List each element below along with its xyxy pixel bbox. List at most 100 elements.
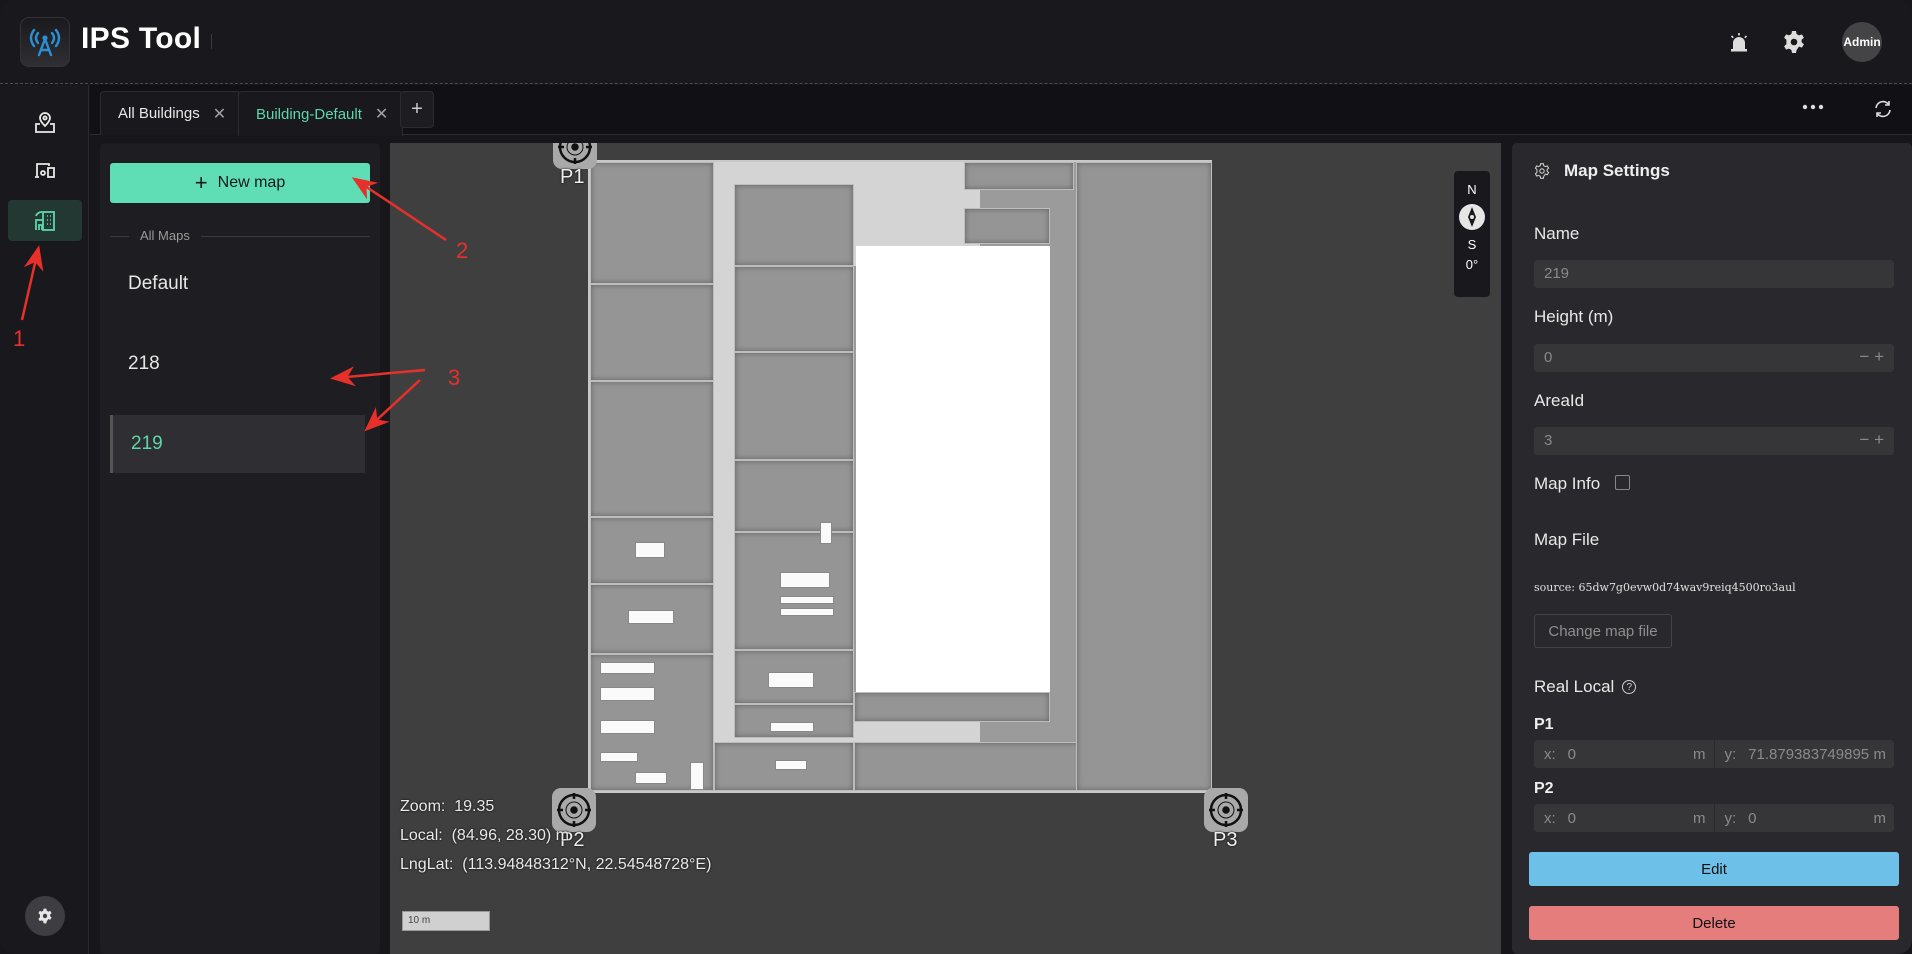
- new-map-button[interactable]: + New map: [110, 163, 370, 203]
- p2-coordinates: x: 0 m y: 0 m: [1534, 804, 1894, 832]
- x-key: x:: [1544, 809, 1556, 827]
- devices-icon: [35, 162, 55, 178]
- map-info-label: Map Info: [1534, 474, 1601, 493]
- room: [590, 381, 714, 517]
- help-icon[interactable]: ?: [1622, 680, 1637, 694]
- map-item-label: Default: [128, 273, 189, 294]
- room: [590, 162, 714, 284]
- room: [854, 692, 1050, 722]
- map-list-item-218[interactable]: 218: [110, 335, 365, 393]
- area-id-value: 3: [1544, 432, 1553, 449]
- real-local-heading: Real Local?: [1534, 677, 1637, 697]
- control-point-p3[interactable]: [1204, 788, 1248, 832]
- map-file-label: Map File: [1534, 530, 1600, 549]
- real-local-label: Real Local: [1534, 677, 1615, 696]
- close-icon[interactable]: ✕: [213, 104, 226, 124]
- compass-rotation: 0°: [1465, 257, 1479, 272]
- corridor: [714, 162, 964, 184]
- lnglat-readout: LngLat: (113.94848312°N, 22.54548728°E): [400, 856, 711, 874]
- control-point-p2[interactable]: [552, 788, 596, 832]
- app-window: IPS Tool Admin All Buildings ✕ Building-…: [0, 0, 1912, 954]
- decrement-button[interactable]: −: [1859, 430, 1869, 449]
- add-tab-button[interactable]: +: [400, 91, 434, 128]
- zoom-label: Zoom:: [400, 798, 446, 815]
- marker-label: P1: [560, 166, 585, 188]
- unit: m: [1691, 745, 1706, 763]
- room: [734, 704, 854, 738]
- height-label: Height (m): [1534, 307, 1614, 326]
- tab-building-default[interactable]: Building-Default ✕: [238, 91, 404, 136]
- sidebar-item-devices[interactable]: [8, 149, 82, 190]
- increment-button[interactable]: +: [1874, 430, 1884, 449]
- gear-icon: [38, 908, 52, 924]
- user-avatar[interactable]: Admin: [1842, 22, 1882, 62]
- sidebar: [0, 85, 89, 954]
- map-list-item-219[interactable]: 219: [110, 415, 365, 473]
- settings-button[interactable]: [1781, 29, 1807, 55]
- gear-outline-icon: [1534, 163, 1550, 179]
- refresh-button[interactable]: [1868, 97, 1898, 121]
- target-icon: [1209, 793, 1243, 827]
- marker-label: P3: [1213, 829, 1238, 851]
- alarm-button[interactable]: [1726, 29, 1752, 55]
- delete-button[interactable]: Delete: [1529, 906, 1899, 940]
- lnglat-label: LngLat:: [400, 856, 454, 873]
- p1-y-field[interactable]: y: 71.879383749895 m: [1715, 740, 1895, 768]
- area-id-stepper[interactable]: 3 − +: [1534, 427, 1894, 455]
- close-icon[interactable]: ✕: [375, 104, 388, 124]
- room: [734, 352, 854, 460]
- annotation-label-2: 2: [456, 238, 469, 263]
- compass-icon: [1459, 204, 1485, 230]
- siren-alarm-icon: [1730, 33, 1748, 52]
- desk: [780, 608, 834, 616]
- title-divider: [211, 34, 212, 49]
- p1-y-value: 71.879383749895: [1748, 745, 1870, 763]
- map-file-source: source: 65dw7g0evw0d74wav9reiq4500ro3aul: [1534, 581, 1796, 594]
- atrium: [856, 246, 1050, 692]
- area-id-label: AreaId: [1534, 391, 1585, 410]
- y-key: y:: [1724, 809, 1737, 827]
- tab-label: Building-Default: [256, 105, 362, 123]
- room: [1076, 162, 1212, 791]
- local-value: (84.96, 28.30) m: [451, 827, 569, 844]
- increment-button[interactable]: +: [1874, 347, 1884, 366]
- tab-label: All Buildings: [118, 105, 200, 122]
- p1-coordinates: x: 0 m y: 71.879383749895 m: [1534, 740, 1894, 768]
- p2-x-field[interactable]: x: 0 m: [1534, 804, 1715, 832]
- app-logo: [20, 17, 70, 67]
- room: [590, 284, 714, 381]
- map-item-label: 219: [131, 433, 163, 454]
- decrement-button[interactable]: −: [1859, 347, 1869, 366]
- plus-icon: +: [194, 170, 208, 195]
- sidebar-item-locations[interactable]: [8, 101, 82, 142]
- p1-x-field[interactable]: x: 0 m: [1534, 740, 1715, 768]
- more-horizontal-icon: [1802, 104, 1824, 110]
- edit-button[interactable]: Edit: [1529, 852, 1899, 886]
- map-canvas[interactable]: P1 P2 P3 N S 0° Zoom: 19.35 Local: (84.9…: [390, 143, 1501, 954]
- desk: [690, 762, 704, 790]
- p2-x-value: 0: [1567, 809, 1577, 827]
- desk: [770, 722, 814, 732]
- desk: [780, 596, 834, 604]
- p2-y-value: 0: [1748, 809, 1757, 827]
- sidebar-item-buildings[interactable]: [8, 200, 82, 241]
- more-button[interactable]: [1798, 97, 1828, 117]
- compass-widget[interactable]: N S 0°: [1454, 171, 1490, 297]
- app-title: IPS Tool: [81, 22, 202, 55]
- map-info-checkbox[interactable]: [1615, 475, 1630, 490]
- room: [964, 162, 1074, 190]
- map-settings-panel: Map Settings Name 219 Height (m) 0 − + A…: [1512, 143, 1912, 954]
- p1-x-value: 0: [1567, 745, 1577, 763]
- p2-y-field[interactable]: y: 0 m: [1715, 804, 1895, 832]
- change-map-file-button[interactable]: Change map file: [1534, 614, 1672, 648]
- stepper-controls: − +: [1859, 347, 1884, 367]
- desk: [768, 672, 814, 688]
- map-list-item-default[interactable]: Default: [110, 255, 365, 313]
- sidebar-settings-button[interactable]: [25, 896, 65, 936]
- tab-all-buildings[interactable]: All Buildings ✕: [100, 91, 242, 135]
- desk: [635, 772, 667, 784]
- name-field[interactable]: 219: [1534, 260, 1894, 288]
- room: [734, 460, 854, 532]
- height-stepper[interactable]: 0 − +: [1534, 344, 1894, 372]
- section-label: All Maps: [129, 228, 201, 243]
